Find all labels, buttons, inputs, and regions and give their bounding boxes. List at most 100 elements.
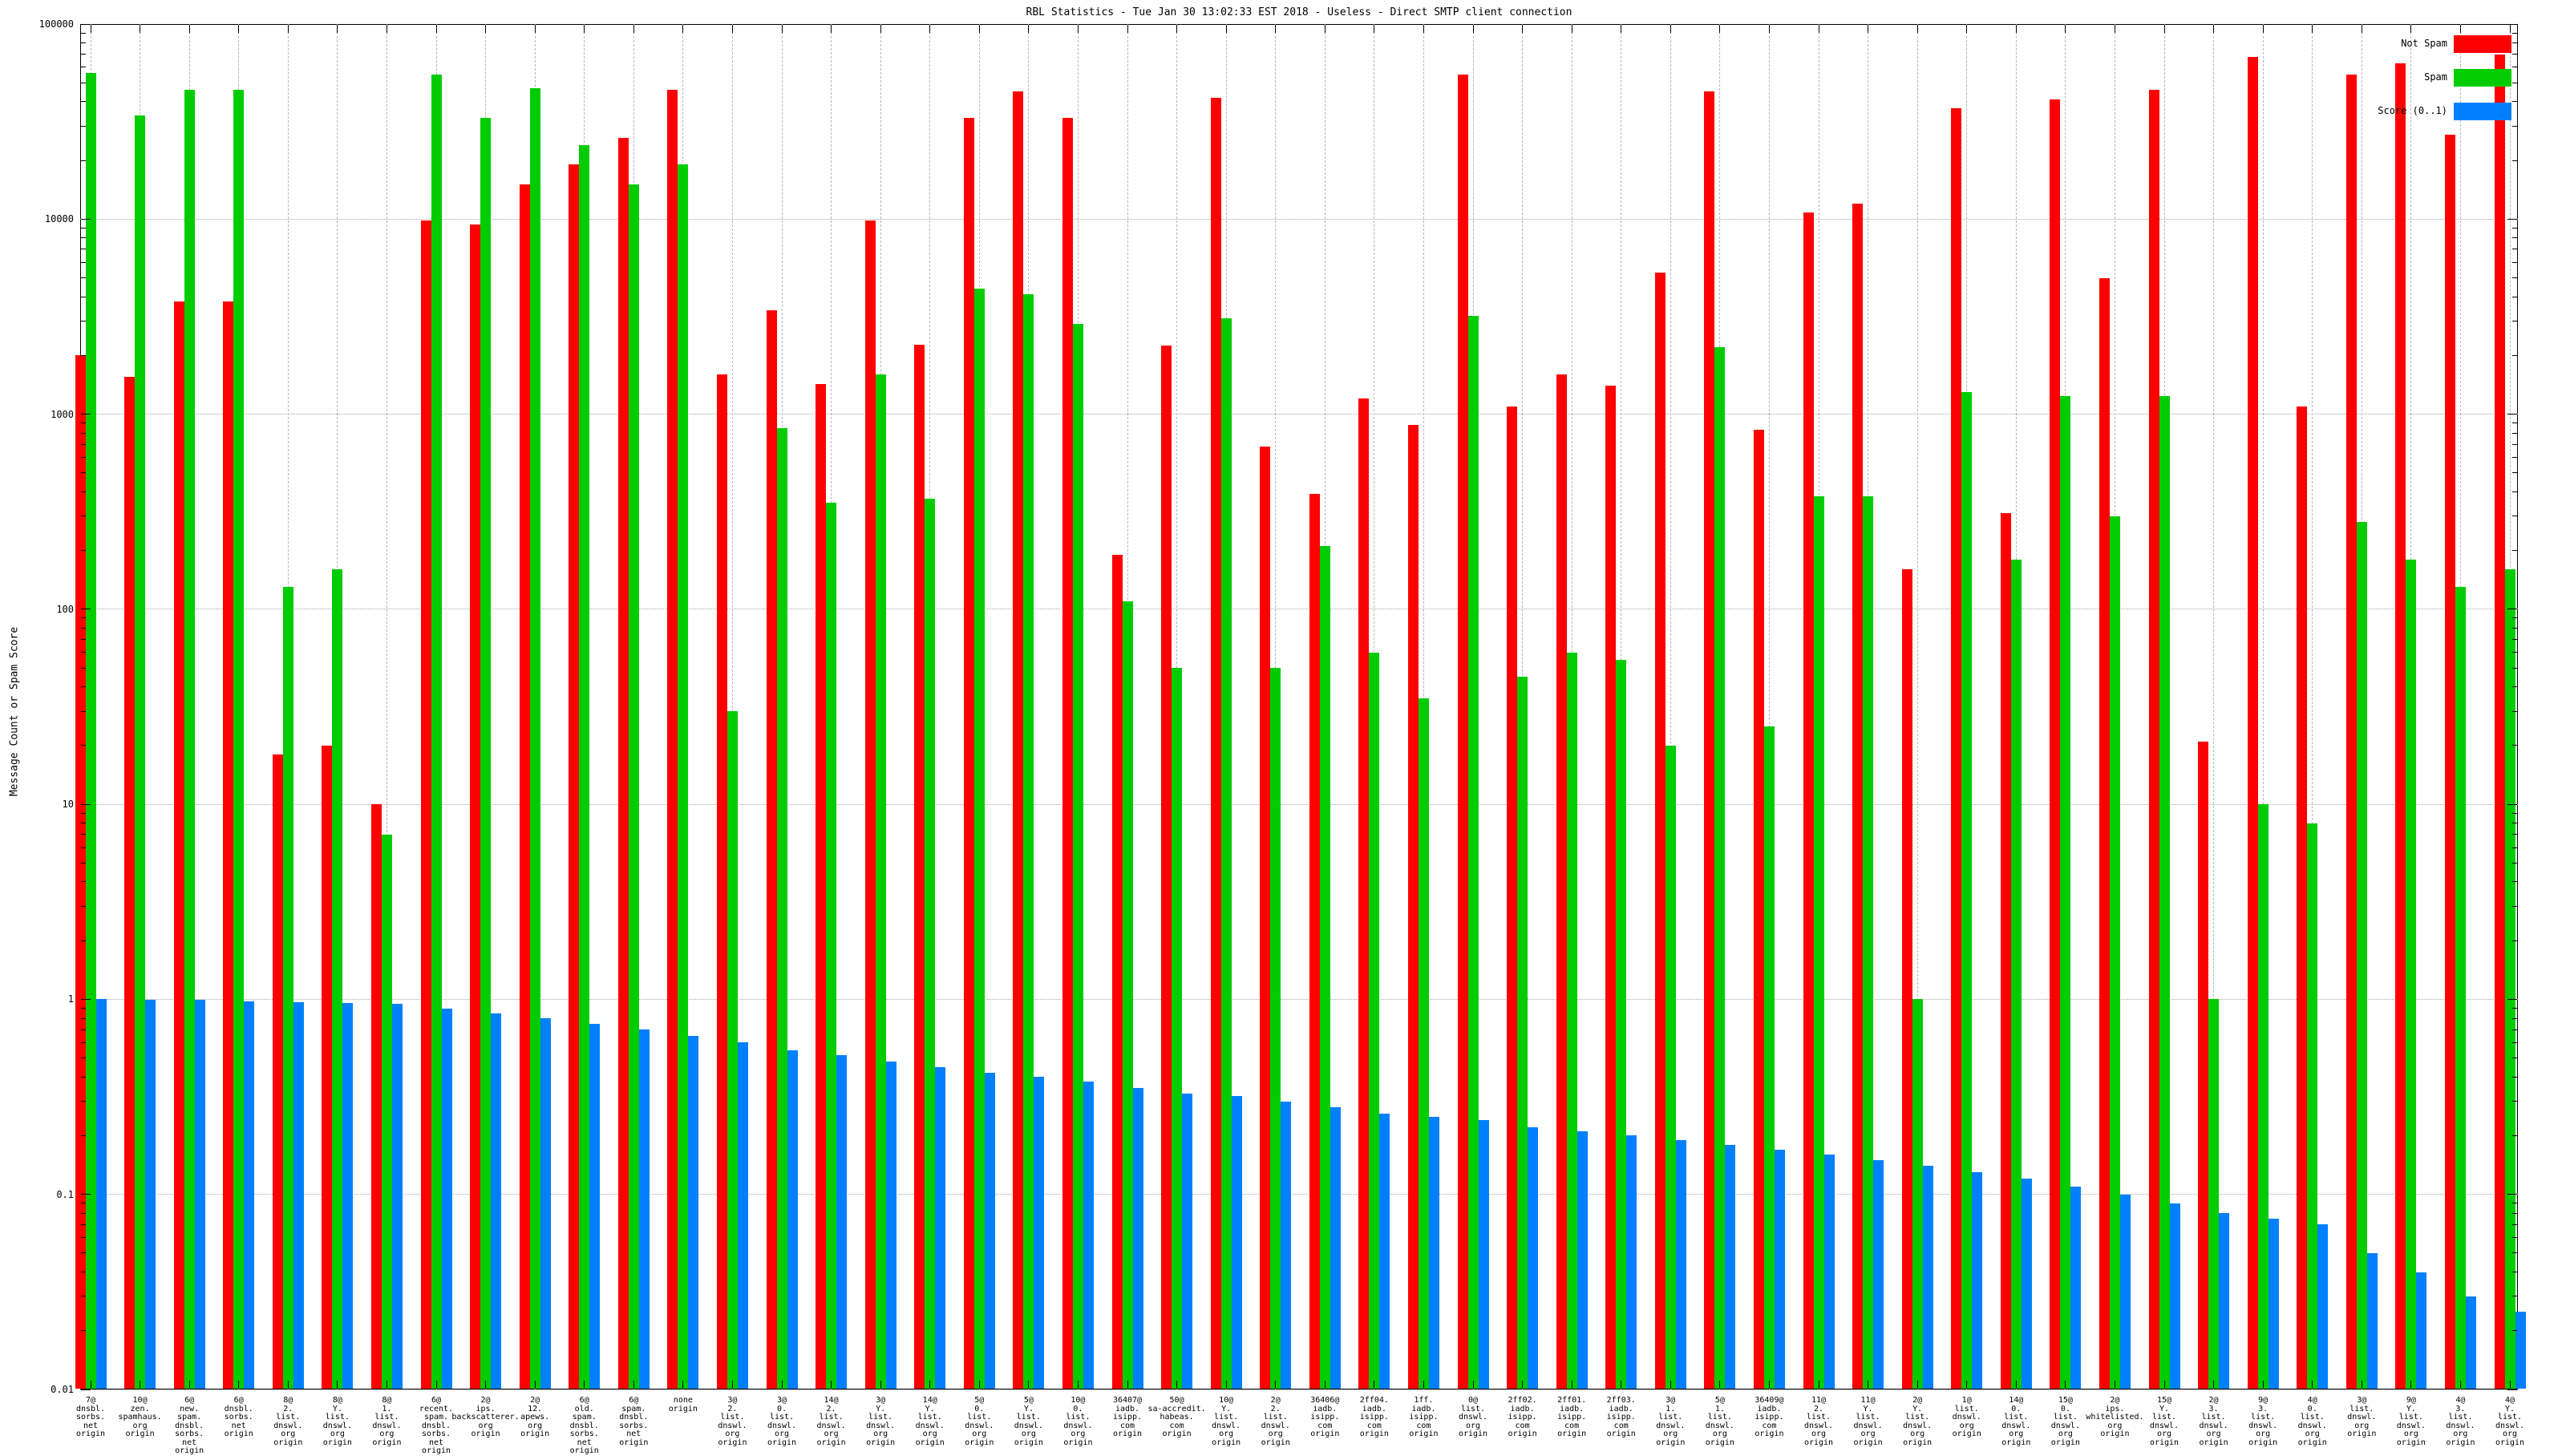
- y-minor-tick: [2512, 667, 2517, 669]
- bar-spam: [1023, 294, 1034, 1389]
- x-tick-top: [731, 25, 733, 33]
- x-tick-label: 5@ 0. list. dnswl. org origin: [965, 1396, 994, 1447]
- bar-score: [2465, 1296, 2476, 1389]
- x-tick-bottom: [929, 1381, 931, 1389]
- bar-not-spam: [1358, 398, 1370, 1389]
- x-tick-top: [287, 25, 289, 33]
- bar-not-spam: [569, 164, 580, 1389]
- bar-not-spam: [1901, 569, 1912, 1389]
- y-minor-tick: [2512, 812, 2517, 814]
- y-minor-tick: [81, 101, 86, 103]
- y-minor-tick: [81, 812, 86, 814]
- x-tick-label: 2ff04. iadb. isipp. com origin: [1359, 1396, 1389, 1438]
- y-minor-tick: [81, 472, 86, 474]
- x-tick-bottom: [287, 1381, 289, 1389]
- y-minor-tick: [81, 237, 86, 239]
- x-tick-label: 15@ Y. list. dnswl. org origin: [2149, 1396, 2179, 1447]
- y-minor-tick: [2512, 160, 2517, 161]
- y-minor-tick: [81, 1237, 86, 1239]
- bar-spam: [1763, 726, 1775, 1389]
- y-minor-tick: [2512, 1008, 2517, 1009]
- x-tick-label: 2@ 3. list. dnswl. org origin: [2199, 1396, 2228, 1447]
- x-tick-top: [2065, 25, 2066, 33]
- y-minor-tick: [81, 1223, 86, 1225]
- bar-not-spam: [2395, 63, 2406, 1389]
- y-major-tick: [2507, 414, 2517, 415]
- x-tick-top: [2459, 25, 2461, 33]
- y-major-tick: [81, 414, 91, 415]
- bar-spam: [2010, 559, 2022, 1389]
- y-minor-tick: [81, 54, 86, 55]
- x-tick-label: 2@ ips. backscatterer. org origin: [451, 1396, 520, 1438]
- bar-spam: [1467, 315, 1479, 1389]
- y-major-tick: [81, 998, 91, 1000]
- x-tick-label: 3@ 0. list. dnswl. org origin: [767, 1396, 797, 1447]
- x-tick-top: [682, 25, 684, 33]
- rbl-statistics-chart: RBL Statistics - Tue Jan 30 13:02:33 EST…: [0, 0, 2566, 1455]
- x-tick-label: 50@ sa-accredit. habeas. com origin: [1147, 1396, 1206, 1438]
- x-tick-top: [1916, 25, 1918, 33]
- bar-spam: [875, 374, 886, 1389]
- y-minor-tick: [81, 42, 86, 44]
- bar-spam: [678, 164, 689, 1389]
- y-minor-tick: [2512, 881, 2517, 883]
- bar-not-spam: [2099, 277, 2110, 1389]
- x-tick-label: none origin: [668, 1396, 698, 1414]
- x-tick-label: 2ff02. iadb. isipp. com origin: [1508, 1396, 1537, 1438]
- bar-not-spam: [1407, 425, 1419, 1389]
- x-tick-label: 10@ 0. list. dnswl. org origin: [1063, 1396, 1093, 1447]
- x-tick-top: [1966, 25, 1968, 33]
- x-tick-top: [1719, 25, 1721, 33]
- bar-spam: [2257, 804, 2269, 1389]
- bar-score: [2268, 1219, 2279, 1389]
- bar-score: [1330, 1106, 1341, 1389]
- bar-score: [688, 1035, 699, 1389]
- bar-score: [589, 1023, 601, 1389]
- bar-spam: [2504, 569, 2515, 1389]
- legend-swatch-score: [2454, 103, 2511, 120]
- legend-swatch-not-spam: [2454, 35, 2511, 53]
- x-tick-bottom: [1966, 1381, 1968, 1389]
- x-tick-bottom: [1275, 1381, 1277, 1389]
- bar-spam: [1961, 391, 1973, 1389]
- bar-score: [984, 1073, 995, 1389]
- bar-score: [391, 1003, 403, 1389]
- x-tick-bottom: [633, 1381, 634, 1389]
- y-minor-tick: [81, 432, 86, 434]
- y-minor-tick: [2512, 457, 2517, 459]
- bar-score: [1922, 1166, 1933, 1389]
- y-major-tick: [81, 803, 91, 805]
- x-tick-top: [978, 25, 980, 33]
- bar-spam: [282, 587, 293, 1389]
- y-minor-tick: [81, 1212, 86, 1214]
- x-tick-top: [485, 25, 487, 33]
- bar-spam: [1270, 668, 1281, 1389]
- y-tick-label: 100: [56, 603, 74, 615]
- legend-entry-not-spam: Not Spam: [2277, 35, 2518, 53]
- legend-label-not-spam: Not Spam: [2401, 38, 2447, 49]
- bar-not-spam: [1852, 204, 1864, 1389]
- x-tick-label: 8@ 2. list. dnswl. org origin: [273, 1396, 303, 1447]
- x-tick-bottom: [2163, 1381, 2165, 1389]
- x-tick-label: 9@ Y. list. dnswl. org origin: [2396, 1396, 2426, 1447]
- x-tick-top: [633, 25, 634, 33]
- x-tick-top: [435, 25, 437, 33]
- bar-score: [2119, 1194, 2131, 1389]
- bar-spam: [431, 75, 442, 1389]
- y-tick-label: 0.01: [51, 1384, 74, 1395]
- y-major-tick: [2507, 1194, 2517, 1195]
- x-tick-bottom: [781, 1381, 783, 1389]
- y-minor-tick: [2512, 125, 2517, 127]
- bar-not-spam: [2247, 56, 2258, 1389]
- y-minor-tick: [2512, 472, 2517, 474]
- x-tick-top: [337, 25, 338, 33]
- x-tick-bottom: [435, 1381, 437, 1389]
- x-tick-bottom: [188, 1381, 190, 1389]
- y-minor-tick: [2512, 1017, 2517, 1019]
- x-tick-bottom: [880, 1381, 881, 1389]
- y-minor-tick: [2512, 834, 2517, 835]
- y-minor-tick: [81, 320, 86, 322]
- y-tick-label: 1000: [51, 408, 74, 420]
- y-minor-tick: [2512, 1029, 2517, 1030]
- x-tick-label: 6@ new. spam. dnsbl. sorbs. net origin: [175, 1396, 204, 1455]
